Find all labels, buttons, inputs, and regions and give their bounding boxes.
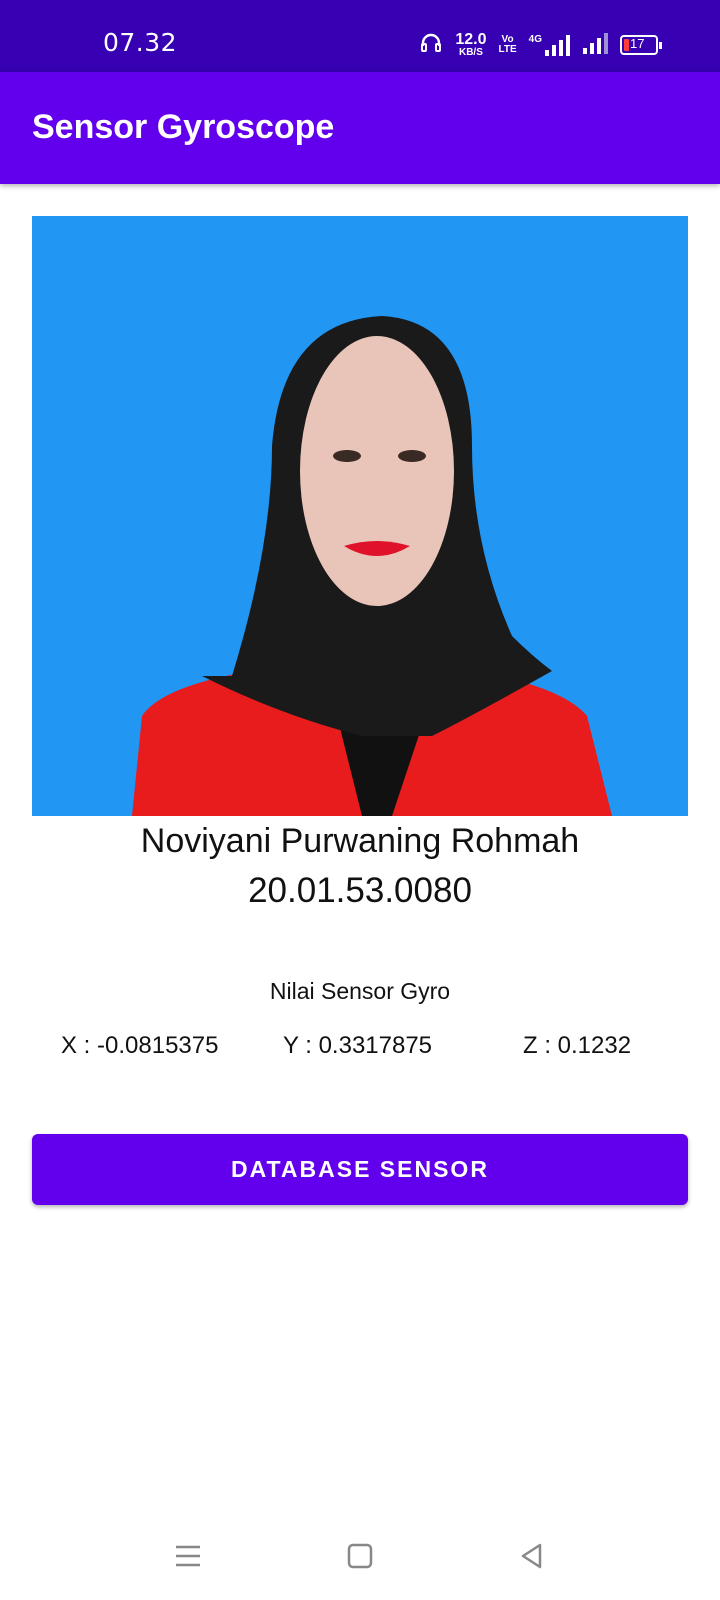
signal-icon-2 (582, 32, 608, 59)
status-icons: 12.0 KB/S Vo LTE 4G 17 (419, 28, 662, 62)
volte-indicator: Vo LTE (498, 34, 517, 56)
app-bar: Sensor Gyroscope (0, 72, 720, 184)
system-nav-bar (0, 1510, 720, 1600)
square-icon[interactable] (340, 1536, 380, 1576)
network-type: 4G (528, 34, 542, 45)
gyro-heading: Nilai Sensor Gyro (269, 978, 451, 1004)
triangle-back-icon[interactable] (512, 1536, 552, 1576)
network-speed: 12.0 KB/S (455, 32, 486, 58)
app-title: Sensor Gyroscope (32, 108, 335, 146)
menu-lines-icon[interactable] (168, 1536, 208, 1576)
profile-name: Noviyani Purwaning Rohmah (140, 822, 580, 860)
headset-icon (419, 31, 443, 60)
gyro-z-value: Z : 0.1232 (523, 1032, 632, 1059)
battery-level: 17 (630, 36, 645, 51)
status-bar: 07.32 12.0 KB/S Vo LTE 4G 17 (0, 0, 720, 72)
status-time: 07.32 (103, 28, 178, 57)
database-sensor-button[interactable]: DATABASE SENSOR (32, 1134, 688, 1205)
signal-icon: 4G (529, 34, 570, 56)
gyro-x-value: X : -0.0815375 (61, 1032, 219, 1059)
volte-bottom: LTE (498, 44, 517, 55)
battery-icon: 17 (620, 35, 662, 55)
profile-photo (32, 216, 688, 816)
profile-nim: 20.01.53.0080 (248, 871, 472, 910)
gyro-y-value: Y : 0.3317875 (283, 1032, 433, 1059)
network-speed-value: 12.0 (455, 31, 487, 48)
network-speed-unit: KB/S (458, 47, 483, 58)
